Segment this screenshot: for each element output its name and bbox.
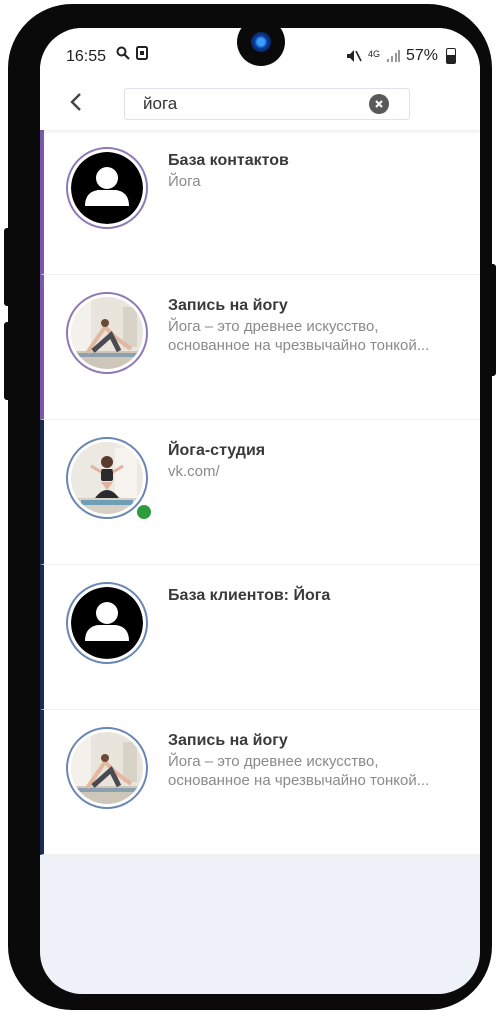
list-item[interactable]: Запись на йогу Йога – это древнее искусс…: [40, 710, 480, 855]
phone-frame: 16:55 4G 57% йога База контактов Йога За…: [8, 4, 492, 1010]
item-title: Йога-студия: [168, 442, 266, 459]
item-title: Запись на йогу: [168, 732, 288, 749]
online-indicator: [135, 503, 153, 521]
yoga-photo-icon: [71, 442, 143, 514]
item-subtitle: Йога: [168, 173, 201, 190]
list-item[interactable]: Запись на йогу Йога – это древнее искусс…: [40, 275, 480, 420]
front-camera: [237, 18, 285, 66]
avatar: [66, 147, 148, 229]
item-subtitle: Йога – это древнее искусство, основанное…: [168, 318, 430, 354]
item-title: База клиентов: Йога: [168, 587, 331, 604]
chevron-left-icon: [70, 93, 81, 111]
list-item[interactable]: База клиентов: Йога: [40, 565, 480, 710]
item-subtitle: Йога – это древнее искусство, основанное…: [168, 753, 430, 789]
yoga-photo-icon: [71, 732, 143, 804]
mute-icon: [346, 50, 362, 62]
back-button[interactable]: [64, 90, 88, 114]
signal-icon: [386, 50, 400, 62]
avatar: [66, 727, 148, 809]
battery-percent: 57%: [405, 47, 438, 64]
user-placeholder-icon: [71, 587, 143, 659]
list-item[interactable]: База контактов Йога: [40, 130, 480, 275]
clear-search-button[interactable]: [369, 94, 389, 114]
screenshot-notification-icon: [136, 46, 148, 60]
results-list: База контактов Йога Запись на йогу Йога …: [40, 130, 480, 855]
search-field[interactable]: [124, 88, 410, 120]
item-subtitle: vk.com/: [168, 463, 220, 480]
search-header: [40, 78, 480, 130]
item-title: База контактов: [168, 152, 289, 169]
close-icon: [375, 100, 383, 108]
screen: 16:55 4G 57% йога База контактов Йога За…: [40, 28, 480, 994]
network-type: 4G: [367, 48, 380, 59]
yoga-photo-icon: [71, 297, 143, 369]
user-placeholder-icon: [71, 152, 143, 224]
battery-icon: [446, 48, 456, 64]
avatar: [66, 292, 148, 374]
status-time: 16:55: [66, 48, 107, 65]
avatar: [66, 582, 148, 664]
search-input[interactable]: [143, 93, 363, 115]
search-notification-icon: [116, 46, 130, 60]
list-item[interactable]: Йога-студия vk.com/: [40, 420, 480, 565]
item-title: Запись на йогу: [168, 297, 288, 314]
